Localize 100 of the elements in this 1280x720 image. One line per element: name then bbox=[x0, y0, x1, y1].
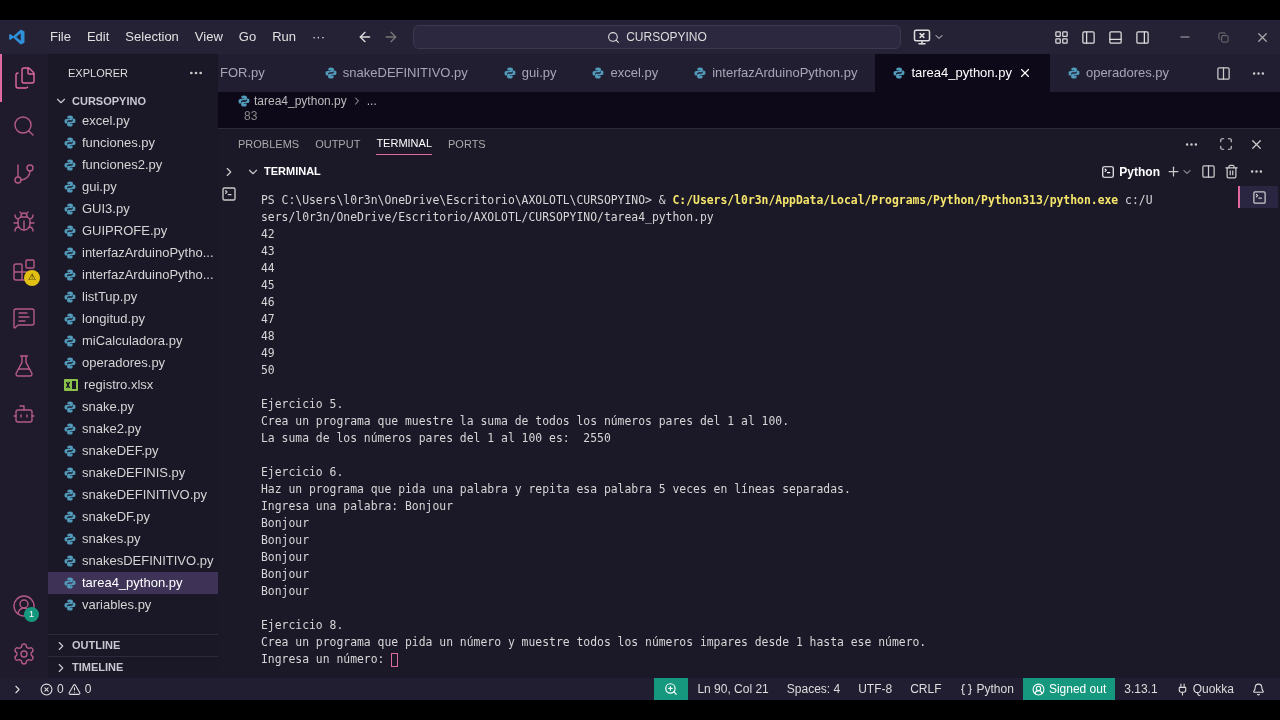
menu-item[interactable]: Go bbox=[230, 27, 265, 47]
python-file-icon bbox=[64, 203, 76, 215]
new-terminal-icon[interactable] bbox=[1166, 164, 1181, 179]
explorer-row[interactable]: excel.py bbox=[48, 110, 218, 132]
explorer-row[interactable]: snakeDEF.py bbox=[48, 440, 218, 462]
panel-tab[interactable]: OUTPUT bbox=[315, 133, 361, 155]
editor-tab[interactable]: operadores.py bbox=[1049, 54, 1188, 92]
explorer-row[interactable]: miCalculadora.py bbox=[48, 330, 218, 352]
explorer-row[interactable]: snakesDEFINITIVO.py bbox=[48, 550, 218, 572]
explorer-row[interactable]: longitud.py bbox=[48, 308, 218, 330]
terminal-line: Bonjour bbox=[261, 515, 309, 532]
explorer-row[interactable]: tarea4_python.py bbox=[48, 572, 218, 594]
explorer-row[interactable]: funciones2.py bbox=[48, 154, 218, 176]
robot-icon bbox=[12, 402, 36, 426]
zoom-status[interactable] bbox=[654, 678, 689, 700]
status-item[interactable]: Quokka bbox=[1166, 678, 1243, 700]
terminal-line: 44 bbox=[261, 260, 275, 277]
menu-item[interactable]: Run bbox=[264, 27, 304, 47]
menu-item[interactable]: View bbox=[186, 27, 231, 47]
restore-icon[interactable] bbox=[1218, 31, 1229, 43]
editor-tab[interactable]: tarea4_python.py bbox=[875, 54, 1050, 92]
explorer-row[interactable]: snakeDEFINITIVO.py bbox=[48, 484, 218, 506]
explorer-row[interactable]: funciones.py bbox=[48, 132, 218, 154]
terminal-command-line: PS C:\Users\l0r3n\OneDrive\Escritorio\AXOLOTL\CURSOPYINO> & C:/Users/l0r3n/AppData/Local/Programs/Python/Python313/python.exe c:/U bbox=[261, 192, 1153, 209]
explorer-row[interactable]: listTup.py bbox=[48, 286, 218, 308]
search-icon bbox=[607, 30, 621, 44]
explorer-row[interactable]: interfazArduinoPytho... bbox=[48, 264, 218, 286]
panel-tab[interactable]: PORTS bbox=[448, 133, 486, 155]
python-file-icon bbox=[64, 269, 76, 281]
editor-tab[interactable]: snakeDEFINITIVO.py bbox=[306, 54, 486, 92]
python-file-icon bbox=[64, 489, 76, 501]
panel-tab[interactable]: PROBLEMS bbox=[238, 133, 300, 155]
explorer-row[interactable]: interfazArduinoPytho... bbox=[48, 242, 218, 264]
python-file-icon bbox=[64, 423, 76, 435]
status-item[interactable]: Ln 90, Col 21 bbox=[688, 678, 778, 700]
forward-icon[interactable] bbox=[383, 29, 399, 45]
chat-status-icon[interactable] bbox=[913, 28, 931, 46]
terminal-line: 43 bbox=[261, 243, 275, 260]
status-item[interactable]: Signed out bbox=[1022, 678, 1116, 700]
panel-tab[interactable]: TERMINAL bbox=[376, 133, 432, 155]
menu-item[interactable]: Edit bbox=[78, 27, 118, 47]
sidebar-toggle-icon[interactable] bbox=[1081, 29, 1096, 45]
status-item[interactable]: UTF-8 bbox=[849, 678, 902, 700]
activity-item[interactable]: 1 bbox=[0, 582, 48, 630]
explorer-row[interactable]: snakeDEFINIS.py bbox=[48, 462, 218, 484]
status-item[interactable]: 3.13.1 bbox=[1115, 678, 1167, 700]
terminal-list-item[interactable] bbox=[1238, 186, 1278, 208]
terminal-line: 42 bbox=[261, 226, 275, 243]
braces-icon bbox=[959, 682, 973, 696]
terminal-line: Ingresa una palabra: Bonjour bbox=[261, 498, 454, 515]
status-item[interactable]: Python bbox=[950, 678, 1023, 700]
explorer-row[interactable]: snake2.py bbox=[48, 418, 218, 440]
explorer-row[interactable]: registro.xlsx bbox=[48, 374, 218, 396]
app-logo-icon bbox=[8, 28, 26, 46]
python-file-icon bbox=[1067, 67, 1080, 79]
python-file-icon bbox=[503, 67, 516, 79]
split-terminal-icon[interactable] bbox=[1201, 164, 1216, 179]
activity-item[interactable]: ⚠ bbox=[0, 246, 48, 294]
split-editor-icon[interactable] bbox=[1216, 65, 1231, 81]
status-item[interactable]: CRLF bbox=[901, 678, 951, 700]
explorer-row[interactable]: operadores.py bbox=[48, 352, 218, 374]
status-item[interactable]: Spaces: 4 bbox=[777, 678, 850, 700]
explorer-row[interactable]: gui.py bbox=[48, 176, 218, 198]
zoom-icon bbox=[664, 682, 679, 696]
explorer-row[interactable]: snakes.py bbox=[48, 528, 218, 550]
extensions-icon bbox=[12, 258, 36, 282]
explorer-row[interactable]: variables.py bbox=[48, 594, 218, 616]
menu-item[interactable]: ··· bbox=[304, 27, 333, 47]
debug-terminal-icon[interactable] bbox=[221, 186, 237, 202]
breadcrumb-symbol[interactable]: ... bbox=[366, 92, 377, 110]
editor-tab[interactable]: gui.py bbox=[485, 54, 575, 92]
menu-item[interactable]: Selection bbox=[117, 27, 187, 47]
trash-icon[interactable] bbox=[1224, 164, 1239, 179]
settings-icon bbox=[12, 642, 36, 666]
explorer-row[interactable]: snakeDF.py bbox=[48, 506, 218, 528]
editor-tab[interactable]: excel.py bbox=[574, 54, 677, 92]
editor-tab[interactable]: interfazArduinoPython.py bbox=[676, 54, 876, 92]
back-icon[interactable] bbox=[357, 29, 373, 45]
python-file-icon bbox=[64, 599, 76, 611]
python-file-icon bbox=[64, 467, 76, 479]
menu-item[interactable]: File bbox=[42, 27, 79, 47]
secondary-sidebar-icon[interactable] bbox=[1135, 29, 1150, 45]
editor-tab[interactable]: FOR.py bbox=[218, 54, 307, 92]
maximize-panel-icon[interactable] bbox=[1219, 137, 1233, 151]
terminal-line: 45 bbox=[261, 277, 275, 294]
sidebar-title: EXPLORER bbox=[68, 65, 128, 81]
terminal-shell-button[interactable]: Python bbox=[1101, 162, 1160, 181]
explorer-row[interactable]: GUIPROFE.py bbox=[48, 220, 218, 242]
flask-icon bbox=[12, 354, 36, 378]
terminal-line: Haz un programa que pida una palabra y repita esa palabra 5 veces en líneas separadas. bbox=[261, 481, 851, 498]
problems-status[interactable]: 0 0 bbox=[40, 680, 92, 698]
folder-header[interactable]: CURSOPYINO bbox=[48, 92, 218, 110]
explorer-row[interactable]: GUI3.py bbox=[48, 198, 218, 220]
spreadsheet-file-icon bbox=[64, 379, 78, 391]
layout-icon[interactable] bbox=[1054, 29, 1069, 45]
panel-toggle-icon[interactable] bbox=[1108, 29, 1123, 45]
search-field[interactable]: CURSOPYINO bbox=[413, 25, 901, 49]
explorer-row[interactable]: snake.py bbox=[48, 396, 218, 418]
breadcrumb-file[interactable]: tarea4_python.py bbox=[254, 92, 347, 110]
terminal-line: 46 bbox=[261, 294, 275, 311]
